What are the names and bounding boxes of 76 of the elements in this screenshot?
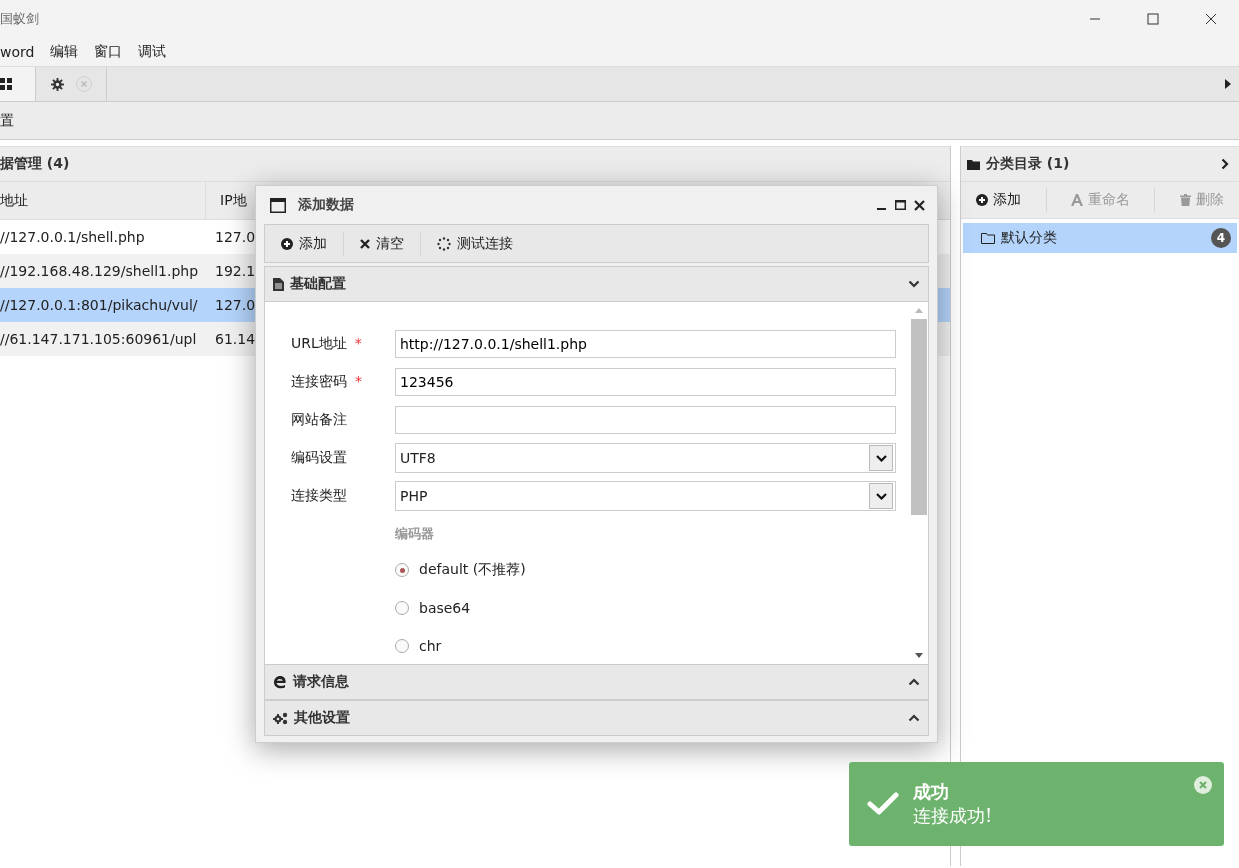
toolbar-button[interactable]: 测试连接 bbox=[435, 230, 515, 257]
table-cell-text: //192.168.48.129/shell1.php bbox=[0, 263, 200, 279]
radio-button[interactable] bbox=[395, 563, 409, 577]
panel-title: 分类目录 (1) bbox=[986, 155, 1070, 173]
folder-icon bbox=[967, 158, 980, 170]
close-icon[interactable] bbox=[1205, 13, 1217, 25]
spinner-icon bbox=[437, 236, 451, 251]
field-label: 网站备注 bbox=[291, 411, 347, 429]
radio-option[interactable]: default (不推荐) bbox=[395, 551, 896, 589]
table-cell-text: //127.0.0.1/shell.php bbox=[0, 229, 146, 245]
group-label: 编码器 bbox=[395, 525, 435, 543]
text-field[interactable]: http://127.0.0.1/shell1.php bbox=[395, 330, 896, 358]
chevron-down-icon bbox=[875, 454, 887, 462]
tab[interactable] bbox=[0, 67, 36, 101]
e-logo-icon bbox=[273, 675, 287, 689]
required-mark: * bbox=[354, 335, 362, 353]
grid-icon bbox=[0, 78, 12, 90]
table-cell-text: //127.0.0.1:801/pikachu/vul/ bbox=[0, 297, 199, 313]
field-label: URL地址 bbox=[291, 335, 347, 353]
window-title: 国蚁剑 bbox=[0, 10, 39, 28]
gears-icon bbox=[273, 711, 288, 725]
section-header[interactable]: 其他设置 bbox=[264, 700, 929, 736]
column-header[interactable]: 地址 bbox=[0, 182, 206, 219]
category-item[interactable]: 默认分类 4 bbox=[963, 223, 1237, 253]
scroll-right-icon[interactable] bbox=[1225, 79, 1231, 89]
radio-button[interactable] bbox=[395, 601, 409, 615]
field-label: 连接类型 bbox=[291, 487, 347, 505]
section-header[interactable]: 请求信息 bbox=[264, 664, 929, 700]
table-cell-text: 127.0 bbox=[214, 229, 256, 245]
radio-option[interactable]: base64 bbox=[395, 589, 896, 627]
document-icon bbox=[273, 277, 284, 291]
trash-icon bbox=[1179, 194, 1191, 206]
maximize-icon[interactable] bbox=[895, 200, 906, 210]
window-icon bbox=[270, 197, 286, 213]
table-cell-text: 192.1 bbox=[214, 263, 256, 279]
font-icon bbox=[1070, 194, 1083, 206]
section-header[interactable]: 基础配置 bbox=[264, 266, 929, 302]
plus-circle-icon bbox=[281, 237, 293, 250]
x-icon bbox=[360, 238, 370, 249]
column-header[interactable]: IP地 bbox=[206, 191, 247, 210]
dropdown[interactable]: PHP bbox=[395, 481, 896, 511]
checkmark-icon bbox=[867, 792, 899, 816]
toast-title: 成功 bbox=[913, 780, 950, 804]
menu-item[interactable]: 编辑 bbox=[50, 43, 79, 61]
table-cell-text: 61.14 bbox=[214, 331, 256, 347]
menu-item[interactable]: 窗口 bbox=[94, 43, 123, 61]
scroll-down-icon[interactable] bbox=[915, 653, 923, 658]
table-cell-text: //61.147.171.105:60961/upl bbox=[0, 331, 198, 347]
folder-icon bbox=[981, 232, 995, 244]
panel-title: 据管理 (4) bbox=[0, 155, 70, 173]
chevron-up-icon bbox=[908, 678, 920, 686]
chevron-down-icon bbox=[908, 280, 920, 288]
toast-message: 连接成功! bbox=[913, 804, 993, 828]
toolbar-button[interactable]: 添加 bbox=[970, 187, 1028, 213]
dialog-title: 添加数据 bbox=[298, 196, 354, 214]
chevron-down-icon bbox=[875, 492, 887, 500]
menu-item[interactable]: word bbox=[0, 44, 35, 60]
toolbar-button[interactable]: 添加 bbox=[279, 230, 329, 257]
menu-item[interactable]: 调试 bbox=[138, 43, 167, 61]
field-label: 连接密码 bbox=[291, 373, 347, 391]
required-mark: * bbox=[355, 373, 362, 391]
radio-button[interactable] bbox=[395, 639, 409, 653]
toolbar-label[interactable]: 置 bbox=[0, 111, 14, 130]
field-label: 编码设置 bbox=[291, 449, 347, 467]
dropdown[interactable]: UTF8 bbox=[395, 443, 896, 473]
chevron-right-icon[interactable] bbox=[1221, 158, 1229, 170]
close-icon[interactable] bbox=[914, 199, 925, 211]
chevron-up-icon bbox=[908, 714, 920, 722]
count-badge: 4 bbox=[1211, 228, 1231, 248]
toolbar-button[interactable]: 清空 bbox=[358, 230, 406, 257]
text-field[interactable] bbox=[395, 406, 896, 434]
gear-icon bbox=[50, 77, 64, 91]
text-field[interactable]: 123456 bbox=[395, 368, 896, 396]
plus-circle-icon bbox=[976, 194, 989, 206]
radio-option[interactable]: chr bbox=[395, 627, 896, 664]
table-cell-text: 127.0 bbox=[214, 297, 256, 313]
